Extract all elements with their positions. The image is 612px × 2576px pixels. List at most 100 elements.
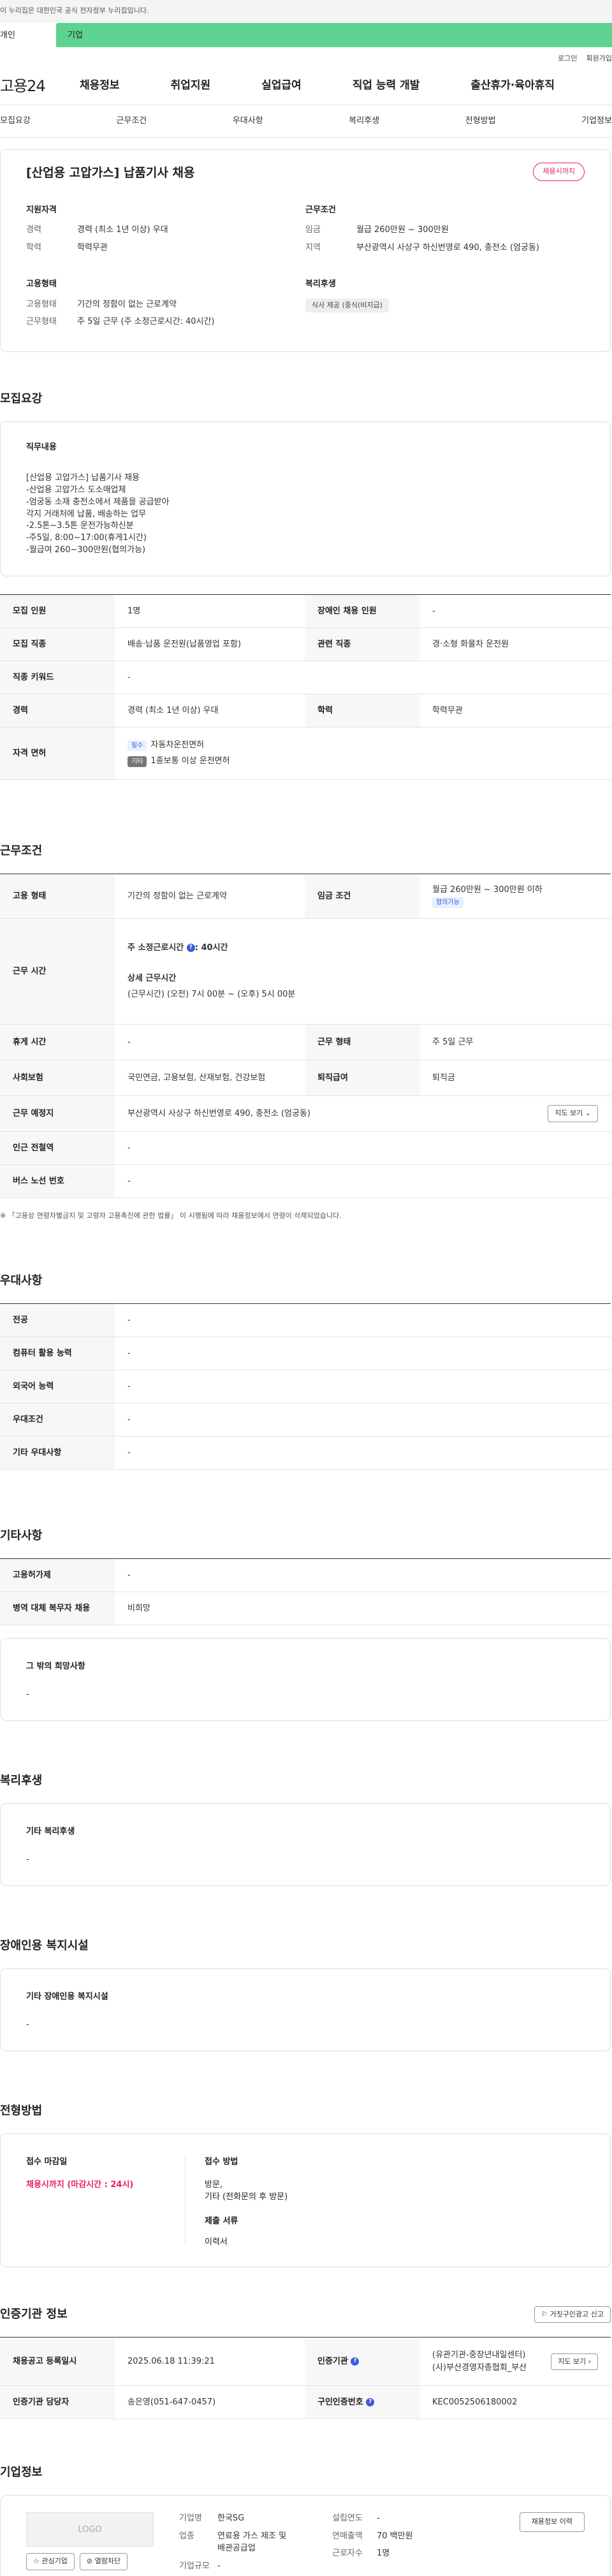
map-button[interactable]: 지도 보기 ⌄ [548, 1105, 598, 1122]
table-label: 임금 조건 [305, 874, 419, 919]
table-value: KEC0052506180002 [419, 2385, 611, 2420]
gnb-parental-leave[interactable]: 출산휴가·육아휴직 [470, 78, 555, 94]
tab-company[interactable]: 기업 [56, 23, 612, 47]
star-icon: ☆ [33, 2557, 40, 2566]
license-2: 1종보통 이상 운전면허 [150, 756, 230, 766]
company-logo-block: LOGO ☆ 관심기업 ⊘ 열람차단 [26, 2512, 154, 2573]
job-history-button[interactable]: 채용정보 이력 [519, 2512, 585, 2532]
table-row: 고용허가제 - [0, 1558, 611, 1593]
method-value-1: 방문, [205, 2179, 223, 2190]
site-logo[interactable]: 고용24 [0, 75, 80, 98]
job-title: [산업용 고압가스] 납품기사 채용 [26, 166, 195, 180]
summary-employment: 고용형태 고용형태 기간의 정함이 없는 근로계약 근무형태 주 5일 근무 (주 … [26, 278, 305, 333]
table-label: 전공 [0, 1303, 115, 1338]
table-label: 경력 [0, 694, 115, 728]
table-label: 퇴직급여 [305, 1060, 419, 1096]
report-button[interactable]: ⚐ 거짓구인광고 신고 [534, 2306, 611, 2324]
table-value: - [115, 1336, 611, 1371]
block-button[interactable]: ⊘ 열람차단 [79, 2553, 128, 2570]
global-nav: 고용24 채용정보 취업지원 실업급여 직업 능력 개발 출산휴가·육아휴직 [0, 70, 612, 102]
agency-map-button[interactable]: 지도 보기 › [551, 2353, 598, 2371]
summary-qualification: 지원자격 경력 경력 (최소 1년 이상) 우대 학력 학력무관 [26, 204, 305, 260]
etc-table: 고용허가제 - 병역 대체 복무자 채용 비희망 [0, 1558, 611, 1626]
table-label: 고용 형태 [0, 874, 115, 919]
wage-range: 월급 260만원 ~ 300만원 이하 [432, 884, 543, 895]
table-label: 모집 인원 [0, 594, 115, 628]
employees-value: 1명 [377, 2549, 390, 2559]
recruit-table: 모집 인원 1명 장애인 채용 인원 - 모집 직종 배송·납품 운전원(납품영업 포… [0, 594, 611, 780]
gnb-training[interactable]: 직업 능력 개발 [353, 78, 420, 94]
license-cell: 필수 자동차운전면허 기타 1종보통 이상 운전면허 [115, 727, 611, 780]
section-title-preference: 우대사항 [0, 1274, 43, 1288]
deadline-block: 접수 마감일 채용시까지 (마감시간 : 24시) [26, 2156, 186, 2246]
revenue-label: 연매출액 [332, 2531, 363, 2541]
chevron-down-icon: ⌄ [585, 1109, 591, 1118]
report-button-label: 거짓구인광고 신고 [550, 2309, 604, 2318]
job-desc-text: [산업용 고압가스] 납품기사 채용 -산업용 고압가스 도소매업체 -엄궁동 … [26, 473, 170, 555]
selection-card: 접수 마감일 채용시까지 (마감시간 : 24시) 접수 방법 방문, 기타 (… [0, 2133, 611, 2268]
deadline-value: 채용시까지 (마감시간 : 24시) [26, 2179, 134, 2190]
table-row: 버스 노선 번호 - [0, 1164, 611, 1198]
area-value: 부산광역시 사상구 하신번영로 490, 충전소 (엄궁동) [356, 242, 539, 252]
industry-value: 연료용 가스 제조 및 배관공급업 [217, 2531, 287, 2554]
table-row: 경력 경력 (최소 1년 이상) 우대 학력 학력무관 [0, 694, 611, 728]
login-link[interactable]: 로그인 [558, 54, 577, 64]
gnb-employment-support[interactable]: 취업지원 [171, 78, 211, 94]
lnb-preference[interactable]: 우대사항 [233, 115, 263, 128]
lnb-conditions[interactable]: 근무조건 [116, 115, 147, 128]
table-value: 경·소형 화물차 운전원 [419, 627, 611, 661]
workplace-cell: 부산광역시 사상구 하신번영로 490, 충전소 (엄궁동) 지도 보기 ⌄ [115, 1095, 611, 1132]
agency-table: 채용공고 등록일시 2025.06.18 11:39:21 인증기관 ? (유관기… [0, 2337, 611, 2420]
method-value-2: 기타 (전화문의 후 방문) [205, 2192, 288, 2202]
table-value: 송은영(051-647-0457) [115, 2385, 305, 2420]
deadline-heading: 접수 마감일 [26, 2157, 68, 2167]
table-row: 컴퓨터 활용 능력 - [0, 1336, 611, 1371]
revenue-value: 70 백만원 [377, 2531, 413, 2541]
table-label: 관련 직종 [305, 627, 419, 661]
help-icon[interactable]: ? [351, 2357, 360, 2366]
career-value: 경력 (최소 1년 이상) 우대 [77, 225, 168, 235]
help-icon[interactable]: ? [186, 944, 195, 953]
help-icon[interactable]: ? [366, 2398, 375, 2407]
industry-label: 업종 [179, 2531, 194, 2541]
size-value: - [217, 2561, 221, 2571]
cert-no-label: 구인인증번호 [317, 2397, 363, 2408]
detail-hours-label: 상세 근무시간 [127, 973, 177, 983]
emp-type-value: 기간의 정함이 없는 근로계약 [77, 299, 177, 309]
required-tag: 필수 [127, 740, 147, 751]
table-row: 기타 우대사항 - [0, 1436, 611, 1470]
gnb-unemployment[interactable]: 실업급여 [261, 78, 302, 94]
other-wishes-card: 그 밖의 희망사항 - [0, 1638, 611, 1722]
table-row: 인증기관 담당자 송은영(051-647-0457) 구인인증번호 ? KEC005… [0, 2385, 611, 2420]
lnb-recruit[interactable]: 모집요강 [0, 115, 31, 128]
favorite-button[interactable]: ☆ 관심기업 [26, 2553, 75, 2570]
disabled-facility-heading: 기타 장애인용 복지시설 [26, 1992, 108, 2002]
table-label: 병역 대체 복무자 채용 [0, 1592, 115, 1626]
gnb-jobs[interactable]: 채용정보 [80, 78, 120, 94]
table-label: 버스 노선 번호 [0, 1164, 115, 1198]
method-block: 접수 방법 방문, 기타 (전화문의 후 방문) 제출 서류 이력서 [186, 2156, 288, 2247]
block-label: 열람차단 [94, 2557, 121, 2566]
edu-label: 학력 [26, 242, 41, 252]
table-value: - [115, 1303, 611, 1338]
table-label: 인증기관 ? [305, 2337, 419, 2387]
signup-link[interactable]: 회원가입 [586, 54, 612, 64]
summary-conditions: 근무조건 임금 월급 260만원 ~ 300만원 지역 부산광역시 사상구 하신번영… [305, 204, 585, 260]
org-value-2: (사)부산경영자총협회_부산 [432, 2362, 527, 2373]
table-value: - [115, 1024, 305, 1060]
tab-personal[interactable]: 개인 [0, 23, 56, 47]
agency-header: 인증기관 정보 ⚐ 거짓구인광고 신고 [0, 2306, 611, 2324]
chevron-right-icon: › [588, 2357, 591, 2366]
lnb-company[interactable]: 기업정보 [581, 115, 612, 128]
lnb-welfare[interactable]: 복리후생 [349, 115, 379, 128]
cond-heading: 근무조건 [305, 205, 336, 215]
company-info-col-2: 설립연도 - 연매출액 70 백만원 근로자수 1명 [332, 2512, 472, 2573]
negotiable-tag: 협의가능 [432, 897, 463, 909]
table-value: - [115, 1131, 611, 1165]
table-row: 직종 키워드 - [0, 661, 611, 694]
welfare-card: 기타 복리후생 - [0, 1803, 611, 1887]
lnb-selection[interactable]: 전형방법 [465, 115, 496, 128]
founded-label: 설립연도 [332, 2514, 363, 2524]
table-value: 1명 [115, 594, 305, 628]
section-nav: 모집요강 근무조건 우대사항 복리후생 전형방법 기업정보 [0, 105, 612, 138]
